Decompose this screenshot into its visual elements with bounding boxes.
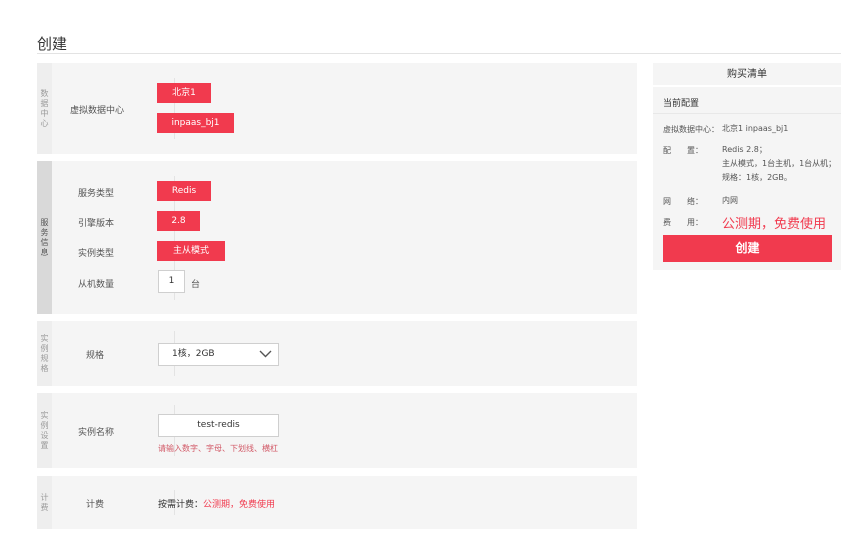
- billing-mode-prefix: 按需计费：: [158, 500, 204, 510]
- current-config-title: 当前配置: [663, 99, 700, 109]
- spec-select-value: 1核，2GB: [172, 349, 215, 359]
- cart-datacenter-value: 北京1 inpaas_bj1: [722, 124, 789, 133]
- slave-count-label: 从机数量: [78, 280, 115, 290]
- spec-side-label: 实例规格: [37, 321, 52, 386]
- spec-section: 实例规格 规格 1核，2GB: [37, 321, 637, 386]
- service-side-label: 服务信息: [37, 161, 52, 314]
- create-button[interactable]: 创建: [663, 235, 832, 262]
- chevron-down-icon: [259, 350, 272, 358]
- billing-section: 计费 计费 按需计费：公测期，免费使用: [37, 476, 637, 529]
- service-section: 服务信息 服务类型 Redis 引擎版本 2.8 实例类型 主从模式 从机数量 …: [37, 161, 637, 314]
- cart-network-key: 网 络：: [663, 197, 703, 206]
- service-type-redis-button[interactable]: Redis: [157, 181, 211, 201]
- instance-name-hint: 请输入数字、字母、下划线、横杠: [158, 444, 278, 453]
- cart-network-value: 内网: [722, 196, 738, 205]
- instance-name-label: 实例名称: [78, 428, 115, 438]
- instance-type-button[interactable]: 主从模式: [157, 241, 225, 261]
- slave-count-unit: 台: [191, 280, 201, 290]
- purchase-list-panel: 购买清单 当前配置 虚拟数据中心： 北京1 inpaas_bj1 配 置： Re…: [653, 63, 841, 270]
- cart-divider: [653, 113, 841, 114]
- title-divider: [37, 53, 841, 54]
- service-type-label: 服务类型: [78, 189, 115, 199]
- instance-name-input[interactable]: test-redis: [158, 414, 279, 437]
- billing-mode-value: 公测期，免费使用: [203, 500, 276, 510]
- billing-side-label: 计费: [37, 476, 52, 529]
- engine-version-button[interactable]: 2.8: [157, 211, 200, 231]
- cart-config-line3: 规格：1核，2GB。: [722, 173, 792, 182]
- cart-datacenter-key: 虚拟数据中心：: [663, 125, 719, 134]
- datacenter-section: 数据中心 虚拟数据中心 北京1 inpaas_bj1: [37, 63, 637, 154]
- engine-version-label: 引擎版本: [78, 219, 115, 229]
- billing-mode: 按需计费：公测期，免费使用: [158, 497, 275, 510]
- billing-field-label: 计费: [86, 500, 105, 510]
- spec-select[interactable]: 1核，2GB: [158, 343, 279, 366]
- settings-side-label: 实例设置: [37, 393, 52, 468]
- purchase-list-title: 购买清单: [653, 63, 841, 87]
- page-title: 创建: [37, 35, 68, 53]
- cart-fee-key: 费 用：: [663, 218, 703, 227]
- datacenter-field-label: 虚拟数据中心: [70, 106, 125, 116]
- spec-field-label: 规格: [86, 351, 105, 361]
- cart-config-line1: Redis 2.8；: [722, 145, 767, 154]
- cart-config-line2: 主从模式，1台主机，1台从机；: [722, 159, 837, 168]
- cart-fee-value: 公测期，免费使用: [722, 217, 827, 232]
- slave-count-input[interactable]: 1: [158, 270, 185, 293]
- zone-button[interactable]: inpaas_bj1: [157, 113, 234, 133]
- region-button[interactable]: 北京1: [157, 83, 211, 103]
- datacenter-side-label: 数据中心: [37, 63, 52, 154]
- instance-type-label: 实例类型: [78, 249, 115, 259]
- cart-config-key: 配 置：: [663, 146, 703, 155]
- settings-section: 实例设置 实例名称 test-redis 请输入数字、字母、下划线、横杠: [37, 393, 637, 468]
